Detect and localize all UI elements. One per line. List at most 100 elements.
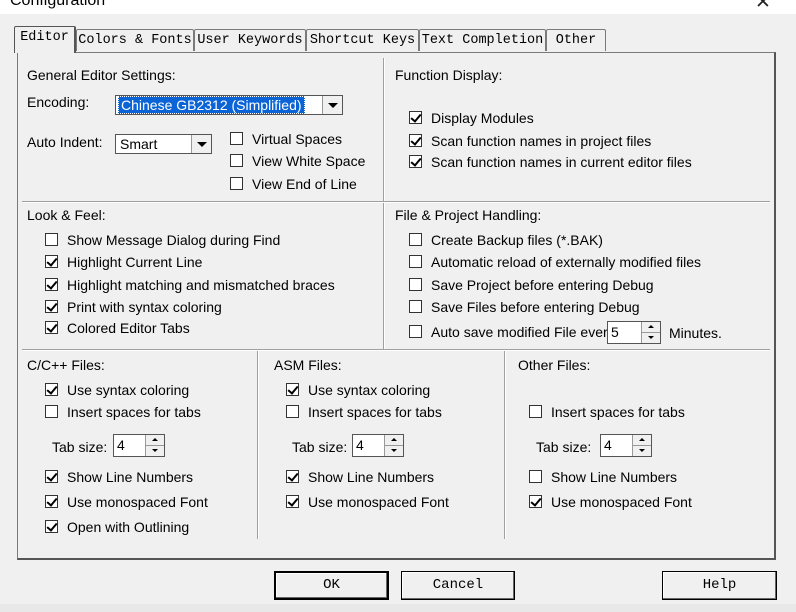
- cpp-spaces-checkbox[interactable]: [45, 405, 58, 418]
- asm-spaces-checkbox[interactable]: [286, 405, 299, 418]
- highlight-line-checkbox[interactable]: [45, 255, 58, 268]
- other-tab-size-value: 4: [604, 437, 612, 453]
- divider: [383, 203, 385, 349]
- tab-colors-fonts[interactable]: Colors & Fonts: [76, 29, 194, 51]
- asm-tab-size-label: Tab size:: [292, 439, 348, 455]
- cpp-mono-label: Use monospaced Font: [67, 494, 208, 510]
- auto-reload-label: Automatic reload of externally modified …: [431, 254, 702, 270]
- other-tab-size-label: Tab size:: [536, 439, 592, 455]
- auto-save-label: Auto save modified File every: [431, 324, 615, 340]
- help-button[interactable]: Help: [662, 571, 777, 600]
- highlight-braces-checkbox[interactable]: [45, 278, 58, 291]
- tab-text-completion[interactable]: Text Completion: [419, 29, 546, 51]
- cpp-tab-size-stepper[interactable]: 4: [113, 434, 165, 457]
- asm-tab-size-stepper[interactable]: 4: [352, 434, 404, 457]
- divider: [257, 351, 259, 539]
- cpp-tab-size-label: Tab size:: [52, 439, 108, 455]
- file-project-heading: File & Project Handling:: [395, 207, 542, 223]
- asm-tab-size-value: 4: [356, 437, 364, 453]
- chevron-down-icon[interactable]: [191, 135, 211, 153]
- cpp-line-numbers-checkbox[interactable]: [45, 470, 58, 483]
- scan-project-files-checkbox[interactable]: [409, 134, 422, 147]
- window-title: Configuration: [10, 0, 106, 9]
- cpp-outlining-checkbox[interactable]: [45, 520, 58, 533]
- other-line-numbers-checkbox[interactable]: [529, 470, 542, 483]
- print-syntax-label: Print with syntax coloring: [67, 299, 222, 315]
- other-mono-checkbox[interactable]: [529, 495, 542, 508]
- asm-line-numbers-label: Show Line Numbers: [308, 469, 435, 485]
- save-files-debug-checkbox[interactable]: [409, 300, 422, 313]
- asm-mono-label: Use monospaced Font: [308, 494, 449, 510]
- auto-indent-value: Smart: [120, 136, 158, 152]
- asm-syntax-label: Use syntax coloring: [308, 382, 431, 398]
- highlight-braces-label: Highlight matching and mismatched braces: [67, 277, 335, 293]
- tab-shortcut-keys[interactable]: Shortcut Keys: [306, 29, 419, 51]
- stepper-arrows: [384, 435, 403, 456]
- stepper-down-icon[interactable]: [385, 446, 403, 456]
- stepper-arrows: [145, 435, 164, 456]
- stepper-up-icon[interactable]: [633, 435, 651, 446]
- virtual-spaces-label: Virtual Spaces: [252, 131, 343, 147]
- cpp-files-heading: C/C++ Files:: [27, 357, 105, 373]
- save-project-debug-checkbox[interactable]: [409, 278, 422, 291]
- display-modules-checkbox[interactable]: [409, 111, 422, 124]
- show-find-dialog-checkbox[interactable]: [45, 233, 58, 246]
- stepper-down-icon[interactable]: [146, 446, 164, 456]
- other-mono-label: Use monospaced Font: [551, 494, 692, 510]
- cpp-spaces-label: Insert spaces for tabs: [67, 404, 201, 420]
- auto-reload-checkbox[interactable]: [409, 255, 422, 268]
- view-end-of-line-label: View End of Line: [252, 176, 357, 192]
- scan-editor-files-label: Scan function names in current editor fi…: [431, 154, 692, 170]
- divider: [504, 351, 506, 539]
- view-end-of-line-checkbox[interactable]: [230, 177, 243, 190]
- save-files-debug-label: Save Files before entering Debug: [431, 299, 640, 315]
- virtual-spaces-checkbox[interactable]: [230, 132, 243, 145]
- asm-syntax-checkbox[interactable]: [286, 383, 299, 396]
- scan-editor-files-checkbox[interactable]: [409, 155, 422, 168]
- create-backup-label: Create Backup files (*.BAK): [431, 232, 603, 248]
- other-spaces-checkbox[interactable]: [529, 405, 542, 418]
- colored-tabs-checkbox[interactable]: [45, 321, 58, 334]
- print-syntax-checkbox[interactable]: [45, 300, 58, 313]
- encoding-label: Encoding:: [27, 94, 90, 110]
- auto-save-minutes-value: 5: [611, 324, 619, 340]
- stepper-arrows: [632, 435, 651, 456]
- ok-button[interactable]: OK: [274, 571, 389, 600]
- cpp-syntax-label: Use syntax coloring: [67, 382, 190, 398]
- encoding-select[interactable]: Chinese GB2312 (Simplified): [115, 95, 343, 115]
- chevron-down-icon[interactable]: [322, 96, 342, 114]
- tab-editor[interactable]: Editor: [14, 26, 76, 53]
- view-white-space-checkbox[interactable]: [230, 154, 243, 167]
- close-icon[interactable]: ✕: [755, 0, 771, 14]
- save-project-debug-label: Save Project before entering Debug: [431, 277, 654, 293]
- encoding-value: Chinese GB2312 (Simplified): [118, 96, 305, 114]
- stepper-up-icon[interactable]: [146, 435, 164, 446]
- general-settings-heading: General Editor Settings:: [27, 67, 176, 83]
- create-backup-checkbox[interactable]: [409, 233, 422, 246]
- stepper-arrows: [641, 322, 660, 343]
- highlight-line-label: Highlight Current Line: [67, 254, 203, 270]
- auto-save-checkbox[interactable]: [409, 325, 422, 338]
- tab-other[interactable]: Other: [546, 29, 606, 51]
- tab-user-keywords[interactable]: User Keywords: [194, 29, 306, 51]
- divider: [383, 58, 385, 201]
- asm-mono-checkbox[interactable]: [286, 495, 299, 508]
- other-files-heading: Other Files:: [518, 357, 591, 373]
- stepper-down-icon[interactable]: [642, 333, 660, 343]
- cancel-button[interactable]: Cancel: [401, 571, 515, 600]
- stepper-up-icon[interactable]: [642, 322, 660, 333]
- other-spaces-label: Insert spaces for tabs: [551, 404, 685, 420]
- show-find-dialog-label: Show Message Dialog during Find: [67, 232, 281, 248]
- asm-files-heading: ASM Files:: [274, 357, 342, 373]
- stepper-up-icon[interactable]: [385, 435, 403, 446]
- cpp-syntax-checkbox[interactable]: [45, 383, 58, 396]
- auto-indent-select[interactable]: Smart: [115, 134, 212, 154]
- other-line-numbers-label: Show Line Numbers: [551, 469, 678, 485]
- auto-save-minutes-stepper[interactable]: 5: [607, 321, 661, 344]
- other-tab-size-stepper[interactable]: 4: [600, 434, 652, 457]
- stepper-down-icon[interactable]: [633, 446, 651, 456]
- asm-spaces-label: Insert spaces for tabs: [308, 404, 442, 420]
- cpp-mono-checkbox[interactable]: [45, 495, 58, 508]
- asm-line-numbers-checkbox[interactable]: [286, 470, 299, 483]
- look-feel-heading: Look & Feel:: [27, 207, 106, 223]
